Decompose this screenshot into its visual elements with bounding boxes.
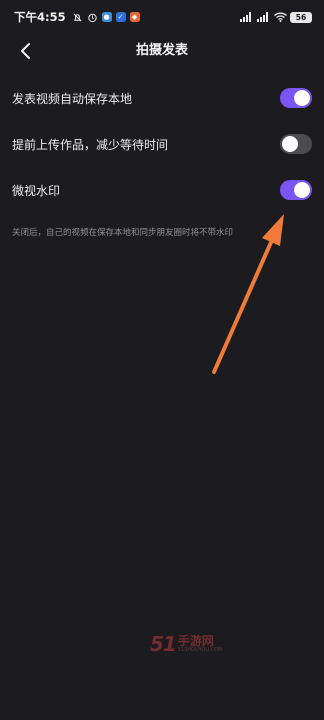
watermark-url: 51SHOUYOU.COM [177,647,223,653]
watermark-logo: 51 手游网 51SHOUYOU.COM [150,632,222,656]
watermark-number: 51 [150,632,177,656]
watermark-text-block: 手游网 51SHOUYOU.COM [178,635,223,653]
watermark-text: 手游网 [177,634,214,648]
annotation-arrow [212,214,284,374]
